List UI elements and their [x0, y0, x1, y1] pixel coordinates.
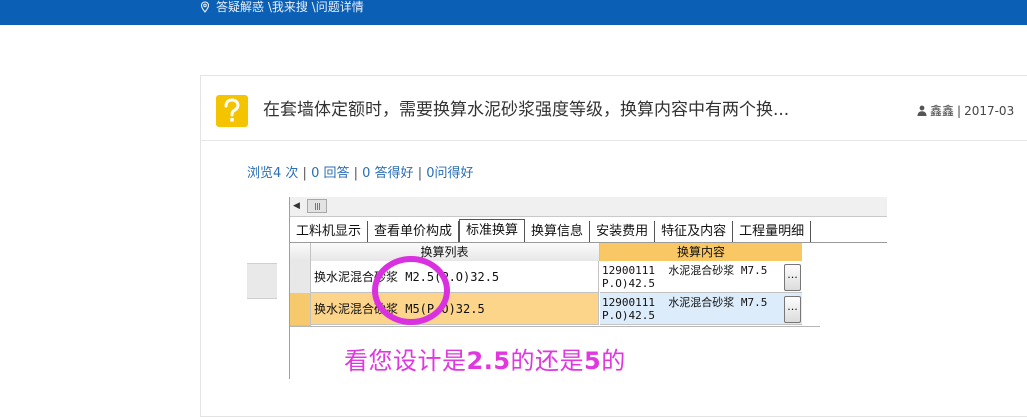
conversion-content-cell: 12900111 水泥混合砂浆 M7.5 P.O)42.5	[600, 293, 802, 325]
screenshot-tab-bar: 工料机显示 查看单价构成 标准换算 换算信息 安装费用 特征及内容 工程量明细	[290, 219, 887, 243]
stats-separator: |	[417, 166, 423, 181]
conversion-list-cell: 换水泥混合砂浆 M2.5(P.O)32.5	[311, 261, 599, 293]
tab-conversion-info: 换算信息	[525, 221, 591, 242]
user-icon	[917, 105, 927, 116]
grid-bottom-border	[290, 326, 820, 327]
grid-corner	[290, 243, 311, 261]
annotation-number: 5	[584, 347, 602, 375]
good-answers-count[interactable]: 0 答得好	[362, 166, 413, 181]
ellipsis-button: ...	[784, 264, 801, 291]
row-header	[290, 293, 311, 326]
question-date: 2017-03	[964, 103, 1015, 118]
annotation-prefix: 看您设计是	[344, 347, 467, 375]
screenshot-left-gray-block	[247, 263, 277, 299]
annotation-text: 看您设计是2.5的还是5的	[344, 341, 626, 376]
grid-header: 换算列表 换算内容	[290, 243, 802, 262]
question-mark-icon	[216, 95, 248, 127]
scroll-left-arrow-icon: ◀	[293, 201, 300, 211]
tab-standard-conversion: 标准换算	[459, 219, 526, 242]
column-header-list: 换算列表	[290, 243, 600, 262]
attached-screenshot[interactable]: ◀ 工料机显示 查看单价构成 标准换算 换算信息 安装费用 特征及内容 工程量明…	[247, 197, 887, 379]
map-pin-icon	[200, 1, 210, 13]
horizontal-scrollbar: ◀	[290, 197, 887, 217]
tab-install-fee: 安装费用	[590, 221, 656, 242]
question-header: 在套墙体定额时，需要换算水泥砂浆强度等级，换算内容中有两个换... 鑫鑫 | 2…	[201, 76, 1027, 141]
tab-quantity-detail: 工程量明细	[733, 221, 812, 242]
table-row: 换水泥混合砂浆 M2.5(P.O)32.5 12900111 水泥混合砂浆 M7…	[290, 261, 818, 294]
stats-separator: |	[302, 166, 307, 181]
scroll-thumb	[307, 199, 327, 213]
stats-separator: |	[353, 166, 359, 181]
question-stats: 浏览4 次 | 0 回答 | 0 答得好 | 0问得好	[247, 162, 474, 181]
column-header-content: 换算内容	[600, 243, 802, 262]
breadcrumb: 答疑解惑 \我来搜 \问题详情	[199, 0, 364, 14]
good-questions-count[interactable]: 0问得好	[426, 166, 473, 181]
views-count[interactable]: 浏览4 次	[247, 166, 298, 181]
tab-unit-price: 查看单价构成	[368, 221, 460, 242]
highlight-circle	[372, 256, 450, 325]
tab-material: 工料机显示	[290, 221, 369, 242]
ellipsis-button: ...	[784, 296, 801, 323]
top-navigation-bar: 答疑解惑 \我来搜 \问题详情	[0, 0, 1027, 25]
conversion-content-cell: 12900111 水泥混合砂浆 M7.5 P.O)42.5	[600, 261, 802, 293]
question-meta: 鑫鑫 | 2017-03	[917, 102, 1014, 119]
answers-count[interactable]: 0 回答	[311, 166, 349, 181]
breadcrumb-text[interactable]: 答疑解惑 \我来搜 \问题详情	[216, 0, 364, 14]
annotation-suffix: 的	[601, 347, 626, 375]
row-header	[290, 261, 311, 294]
table-row: 换水泥混合砂浆 M5(P.O)32.5 12900111 水泥混合砂浆 M7.5…	[290, 293, 818, 326]
author-name[interactable]: 鑫鑫	[930, 102, 954, 119]
question-title[interactable]: 在套墙体定额时，需要换算水泥砂浆强度等级，换算内容中有两个换...	[263, 99, 789, 121]
meta-separator: |	[957, 103, 962, 118]
annotation-number: 2.5	[466, 347, 511, 375]
conversion-list-cell: 换水泥混合砂浆 M5(P.O)32.5	[311, 293, 599, 325]
annotation-middle: 的还是	[510, 347, 585, 375]
tab-features: 特征及内容	[655, 221, 734, 242]
column-header-list-label: 换算列表	[420, 245, 469, 259]
question-card: 在套墙体定额时，需要换算水泥砂浆强度等级，换算内容中有两个换... 鑫鑫 | 2…	[200, 75, 1027, 417]
